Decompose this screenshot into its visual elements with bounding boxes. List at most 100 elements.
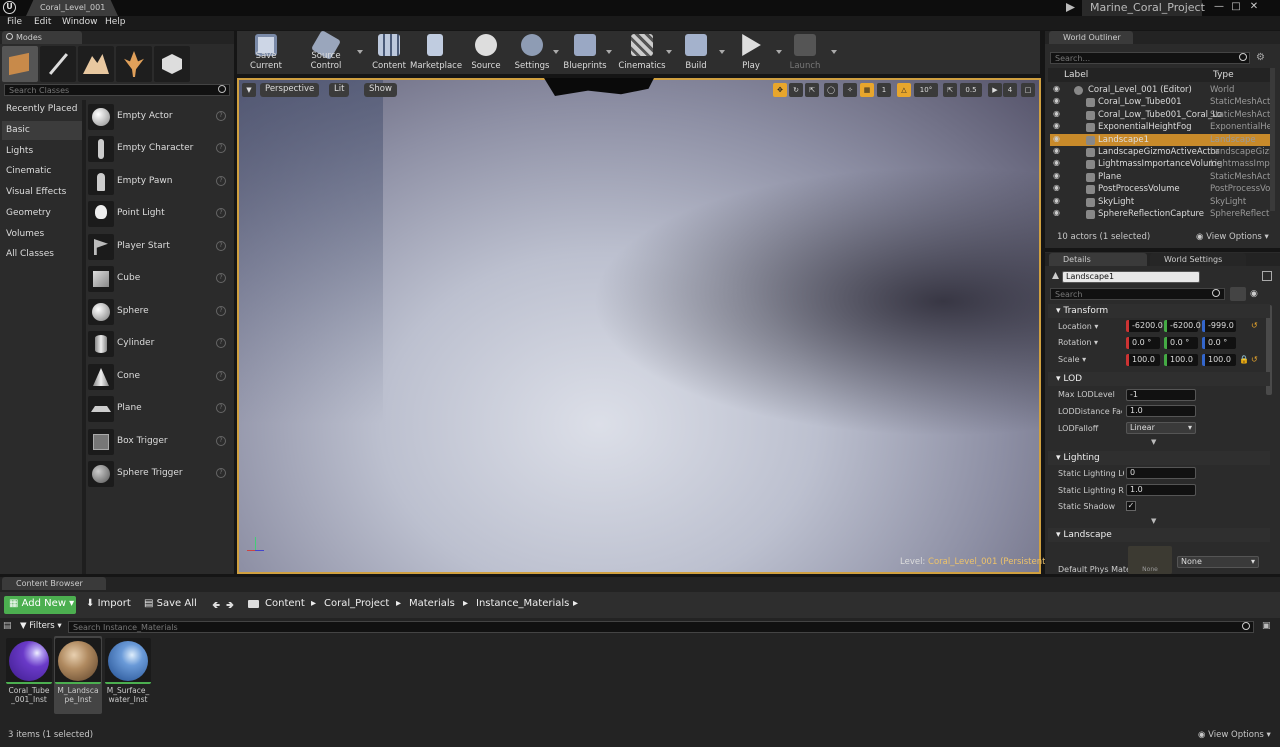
location-y-field[interactable]: -6200.0: [1164, 320, 1201, 332]
details-search-input[interactable]: Search: [1050, 288, 1225, 300]
asset-search-input[interactable]: Search Instance_Materials: [68, 621, 1254, 633]
location-x-field[interactable]: -6200.0: [1126, 320, 1163, 332]
location-label[interactable]: Location ▾: [1058, 322, 1098, 331]
content-button[interactable]: Content: [370, 32, 408, 72]
help-icon[interactable]: ?: [216, 403, 226, 413]
maximize-icon[interactable]: □: [1229, 1, 1243, 13]
breadcrumb-instance-materials[interactable]: Instance_Materials: [476, 598, 569, 609]
mode-geometry-button[interactable]: [154, 46, 190, 82]
outliner-row[interactable]: ◉ LandscapeGizmoActiveActorLandscapeGizm: [1050, 146, 1270, 158]
help-icon[interactable]: ?: [216, 176, 226, 186]
lod-distance-field[interactable]: 1.0: [1126, 405, 1196, 417]
max-lod-field[interactable]: -1: [1126, 389, 1196, 401]
visibility-eye-icon[interactable]: ◉: [1053, 109, 1060, 118]
expand-more-icon[interactable]: ▼: [1151, 438, 1156, 446]
outliner-row[interactable]: ◉ Plane StaticMeshActo: [1050, 171, 1270, 183]
lod-falloff-select[interactable]: Linear ▾: [1126, 422, 1196, 434]
rotate-tool-icon[interactable]: ↻: [789, 83, 803, 97]
maximize-viewport-icon[interactable]: □: [1021, 83, 1035, 97]
static-lighting-res-field[interactable]: 1.0: [1126, 484, 1196, 496]
reset-location-icon[interactable]: ↺: [1251, 321, 1258, 330]
col-type-header[interactable]: Type: [1213, 70, 1234, 80]
rotation-y-field[interactable]: 0.0 °: [1164, 337, 1198, 349]
help-icon[interactable]: ?: [216, 208, 226, 218]
mode-landscape-button[interactable]: [78, 46, 114, 82]
scale-label[interactable]: Scale ▾: [1058, 355, 1086, 364]
col-label-header[interactable]: Label: [1064, 70, 1088, 80]
close-icon[interactable]: ✕: [1247, 1, 1261, 13]
help-icon[interactable]: ?: [216, 468, 226, 478]
lod-section-header[interactable]: ▾ LOD: [1048, 372, 1270, 386]
add-new-button[interactable]: ▦ Add New ▾: [4, 596, 76, 614]
outliner-row[interactable]: ◉ LightmassImportanceVolume LightmassImpo: [1050, 158, 1270, 170]
help-icon[interactable]: ?: [216, 306, 226, 316]
scale-lock-icon[interactable]: 🔒: [1239, 355, 1249, 364]
surface-snap-icon[interactable]: ✧: [843, 83, 857, 97]
location-z-field[interactable]: -999.0: [1202, 320, 1236, 332]
place-item-empty-pawn[interactable]: Empty Pawn?: [86, 167, 232, 197]
help-icon[interactable]: ?: [216, 241, 226, 251]
marketplace-button[interactable]: Marketplace: [410, 32, 462, 72]
world-outliner-tab[interactable]: World Outliner: [1049, 31, 1133, 44]
expand-more-icon[interactable]: ▼: [1151, 517, 1156, 525]
static-lighting-lod-field[interactable]: 0: [1126, 467, 1196, 479]
landscape-section-header[interactable]: ▾ Landscape: [1048, 528, 1270, 542]
menu-file[interactable]: File: [7, 17, 22, 27]
forward-arrow-icon[interactable]: 🢂: [226, 598, 234, 615]
help-icon[interactable]: ?: [216, 371, 226, 381]
scale-tool-icon[interactable]: ⇱: [805, 83, 819, 97]
modes-tab[interactable]: Modes: [2, 31, 82, 44]
outliner-row[interactable]: ◉ Landscape1 Landscape: [1050, 133, 1270, 146]
help-icon[interactable]: ?: [216, 338, 226, 348]
build-button[interactable]: Build: [680, 32, 712, 72]
cinematics-dropdown-icon[interactable]: [666, 50, 672, 54]
place-item-cube[interactable]: Cube?: [86, 264, 232, 294]
perspective-button[interactable]: Perspective: [260, 83, 320, 97]
scale-x-field[interactable]: 100.0: [1126, 354, 1160, 366]
property-matrix-icon[interactable]: [1230, 287, 1246, 301]
breadcrumb-separator-icon[interactable]: ▸: [396, 598, 401, 609]
outliner-row[interactable]: ◉ Coral_Level_001 (Editor) World: [1050, 84, 1270, 96]
visibility-eye-icon[interactable]: ◉: [1053, 158, 1060, 167]
content-view-options[interactable]: ◉ View Options ▾: [1198, 730, 1271, 740]
menu-window[interactable]: Window: [62, 17, 98, 27]
visibility-eye-icon[interactable]: ◉: [1053, 121, 1060, 130]
object-name-field[interactable]: Landscape1: [1062, 271, 1200, 283]
category-recently-placed[interactable]: Recently Placed: [2, 100, 82, 119]
back-arrow-icon[interactable]: 🢀: [212, 598, 220, 615]
breadcrumb-materials[interactable]: Materials: [409, 598, 455, 609]
rotation-label[interactable]: Rotation ▾: [1058, 338, 1098, 347]
level-viewport[interactable]: [237, 78, 1041, 574]
category-visual-effects[interactable]: Visual Effects: [2, 183, 82, 202]
lit-button[interactable]: Lit: [329, 83, 350, 97]
outliner-search-input[interactable]: Search...: [1050, 52, 1250, 64]
help-icon[interactable]: ?: [216, 436, 226, 446]
blueprints-button[interactable]: Blueprints: [563, 32, 607, 72]
rotation-snap-icon[interactable]: △: [897, 83, 911, 97]
outliner-row[interactable]: ◉ ExponentialHeightFog ExponentialHeig: [1050, 121, 1270, 133]
static-shadow-checkbox[interactable]: ✓: [1126, 501, 1136, 511]
mode-place-button[interactable]: [2, 46, 38, 82]
outliner-view-options[interactable]: ◉ View Options ▾: [1196, 232, 1269, 242]
help-icon[interactable]: ?: [216, 111, 226, 121]
save-all-button[interactable]: ▤ Save All: [144, 598, 197, 609]
launch-button[interactable]: Launch: [786, 32, 824, 72]
outliner-scrollbar[interactable]: [1270, 68, 1275, 211]
world-space-icon[interactable]: ◯: [824, 83, 838, 97]
play-dropdown-icon[interactable]: [776, 50, 782, 54]
category-volumes[interactable]: Volumes: [2, 225, 82, 244]
asset-coral-tube-inst[interactable]: Coral_Tube_001_Inst: [5, 636, 53, 714]
content-browser-tab[interactable]: Content Browser: [2, 577, 106, 590]
place-item-cone[interactable]: Cone?: [86, 362, 232, 392]
show-button[interactable]: Show: [364, 83, 397, 97]
level-doc-tab[interactable]: Coral_Level_001: [26, 0, 118, 16]
visibility-eye-icon[interactable]: ◉: [1053, 84, 1060, 93]
lock-icon[interactable]: [1262, 271, 1272, 281]
help-icon[interactable]: ?: [216, 143, 226, 153]
phys-material-select[interactable]: None ▾: [1177, 556, 1259, 568]
source-control-dropdown-icon[interactable]: [357, 50, 363, 54]
grid-snap-icon[interactable]: ▦: [860, 83, 874, 97]
sources-panel-icon[interactable]: ▤: [3, 621, 17, 633]
viewport-options-button[interactable]: ▼: [242, 83, 256, 97]
details-tab[interactable]: Details: [1049, 253, 1147, 266]
